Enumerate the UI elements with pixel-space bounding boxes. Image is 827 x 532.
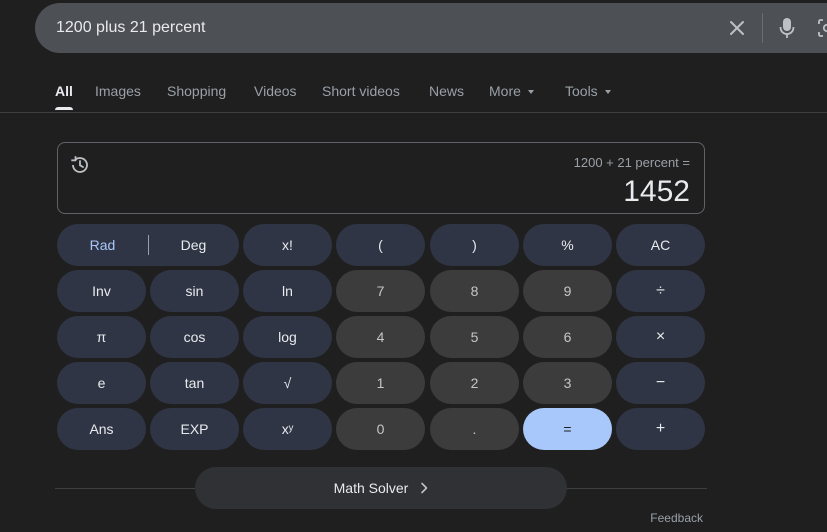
- digit-9-button[interactable]: 9: [523, 270, 612, 312]
- sin-button[interactable]: sin: [150, 270, 239, 312]
- feedback-link[interactable]: Feedback: [650, 511, 703, 525]
- digit-6-button[interactable]: 6: [523, 316, 612, 358]
- inverse-button[interactable]: Inv: [57, 270, 146, 312]
- cos-button[interactable]: cos: [150, 316, 239, 358]
- left-paren-button[interactable]: (: [336, 224, 425, 266]
- ans-button[interactable]: Ans: [57, 408, 146, 450]
- tab-news[interactable]: News: [429, 83, 464, 111]
- log-button[interactable]: log: [243, 316, 332, 358]
- equals-button[interactable]: =: [523, 408, 612, 450]
- math-solver-button[interactable]: Math Solver: [195, 467, 567, 509]
- caret-down-icon: [604, 90, 611, 94]
- right-paren-button[interactable]: ): [430, 224, 519, 266]
- caret-down-icon: [527, 90, 534, 94]
- page: 1200 plus 21 percent All Images Shopping…: [0, 0, 827, 532]
- factorial-button[interactable]: x!: [243, 224, 332, 266]
- ln-button[interactable]: ln: [243, 270, 332, 312]
- digit-3-button[interactable]: 3: [523, 362, 612, 404]
- tan-button[interactable]: tan: [150, 362, 239, 404]
- decimal-button[interactable]: .: [430, 408, 519, 450]
- math-solver-label: Math Solver: [333, 480, 409, 496]
- rad-button[interactable]: Rad: [57, 224, 148, 266]
- tab-videos[interactable]: Videos: [254, 83, 297, 111]
- tab-all[interactable]: All: [55, 83, 73, 111]
- rad-deg-toggle: Rad Deg: [57, 224, 239, 266]
- digit-8-button[interactable]: 8: [430, 270, 519, 312]
- pi-button[interactable]: π: [57, 316, 146, 358]
- digit-2-button[interactable]: 2: [430, 362, 519, 404]
- digit-7-button[interactable]: 7: [336, 270, 425, 312]
- tab-images[interactable]: Images: [95, 83, 141, 111]
- tab-shopping[interactable]: Shopping: [167, 83, 226, 111]
- tab-tools[interactable]: Tools: [565, 83, 611, 111]
- power-button[interactable]: xʸ: [243, 408, 332, 450]
- digit-0-button[interactable]: 0: [336, 408, 425, 450]
- digit-5-button[interactable]: 5: [430, 316, 519, 358]
- chevron-right-icon: [420, 482, 428, 494]
- calculator-expression: 1200 + 21 percent =: [573, 155, 690, 170]
- tab-more[interactable]: More: [489, 83, 534, 111]
- divide-button[interactable]: ÷: [616, 270, 705, 312]
- percent-button[interactable]: %: [523, 224, 612, 266]
- digit-4-button[interactable]: 4: [336, 316, 425, 358]
- exp-button[interactable]: EXP: [150, 408, 239, 450]
- calculator-display: 1200 + 21 percent = 1452: [57, 142, 705, 214]
- search-divider: [762, 13, 763, 43]
- search-input[interactable]: 1200 plus 21 percent: [56, 19, 205, 37]
- all-clear-button[interactable]: AC: [616, 224, 705, 266]
- camera-icon[interactable]: [814, 15, 827, 41]
- e-button[interactable]: e: [57, 362, 146, 404]
- deg-button[interactable]: Deg: [148, 224, 239, 266]
- multiply-button[interactable]: ×: [616, 316, 705, 358]
- plus-button[interactable]: +: [616, 408, 705, 450]
- microphone-icon[interactable]: [774, 15, 800, 41]
- close-icon[interactable]: [724, 15, 750, 41]
- minus-button[interactable]: −: [616, 362, 705, 404]
- search-bar[interactable]: 1200 plus 21 percent: [35, 3, 827, 53]
- tabs-divider: [0, 112, 827, 113]
- history-icon[interactable]: [69, 154, 91, 176]
- calculator-result: 1452: [623, 175, 690, 208]
- sqrt-button[interactable]: √: [243, 362, 332, 404]
- digit-1-button[interactable]: 1: [336, 362, 425, 404]
- tab-short-videos[interactable]: Short videos: [322, 83, 400, 111]
